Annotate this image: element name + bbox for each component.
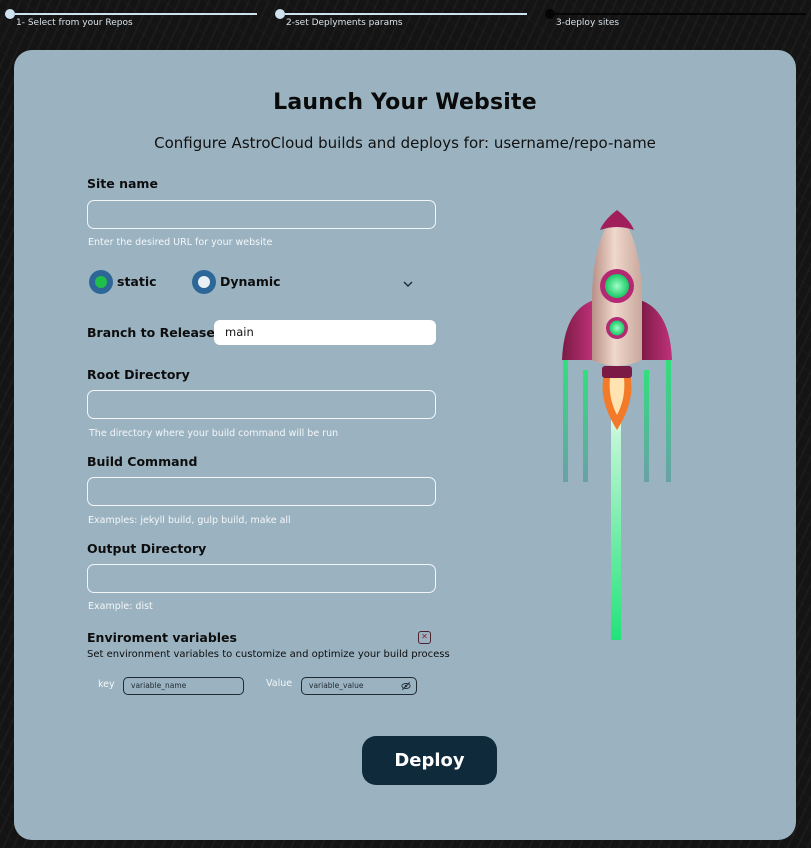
eye-off-icon[interactable] xyxy=(401,681,411,691)
static-radio-label[interactable]: static xyxy=(117,274,157,289)
site-name-hint: Enter the desired URL for your website xyxy=(88,237,273,248)
static-radio[interactable] xyxy=(89,270,113,294)
env-value-label: Value xyxy=(266,678,293,689)
radio-unselected-dot xyxy=(198,276,210,288)
branch-input[interactable]: main xyxy=(214,320,436,345)
dynamic-radio[interactable] xyxy=(192,270,216,294)
env-key-input[interactable]: variable_name xyxy=(123,677,244,695)
close-icon[interactable]: ✕ xyxy=(418,631,431,644)
step-3-label[interactable]: 3-deploy sites xyxy=(556,18,619,28)
root-directory-hint: The directory where your build command w… xyxy=(89,428,339,439)
chevron-down-icon[interactable] xyxy=(403,278,413,291)
deployment-stepper: 1- Select from your Repos 2-set Deplymen… xyxy=(0,0,811,40)
env-vars-description: Set environment variables to customize a… xyxy=(87,649,450,660)
page-title: Launch Your Website xyxy=(273,90,537,115)
build-command-input[interactable] xyxy=(87,477,436,506)
step-2-line xyxy=(285,13,527,15)
output-directory-label: Output Directory xyxy=(87,541,207,556)
env-value-placeholder: variable_value xyxy=(309,681,364,690)
env-value-input[interactable]: variable_value xyxy=(301,677,417,695)
deploy-button[interactable]: Deploy xyxy=(362,736,497,785)
step-2-dot[interactable] xyxy=(275,9,285,19)
env-vars-title: Enviroment variables xyxy=(87,630,237,645)
step-2-label[interactable]: 2-set Deplyments params xyxy=(286,18,403,28)
dynamic-radio-label[interactable]: Dynamic xyxy=(220,274,281,289)
build-command-hint: Examples: jekyll build, gulp build, make… xyxy=(88,515,291,526)
root-directory-input[interactable] xyxy=(87,390,436,419)
page-subtitle: Configure AstroCloud builds and deploys … xyxy=(154,134,656,152)
build-command-label: Build Command xyxy=(87,454,198,469)
deploy-card: Launch Your Website Configure AstroCloud… xyxy=(14,50,796,840)
radio-selected-dot xyxy=(95,276,107,288)
env-key-label: key xyxy=(98,679,115,690)
step-3-line xyxy=(555,13,806,15)
site-name-input[interactable] xyxy=(87,200,436,229)
output-directory-hint: Example: dist xyxy=(88,601,153,612)
branch-label: Branch to Release xyxy=(87,325,215,340)
step-1-dot[interactable] xyxy=(5,9,15,19)
step-1-label[interactable]: 1- Select from your Repos xyxy=(16,18,133,28)
rocket-illustration xyxy=(562,210,672,640)
root-directory-label: Root Directory xyxy=(87,367,190,382)
step-1-line xyxy=(15,13,257,15)
output-directory-input[interactable] xyxy=(87,564,436,593)
site-name-label: Site name xyxy=(87,176,158,191)
step-3-dot[interactable] xyxy=(545,9,555,19)
